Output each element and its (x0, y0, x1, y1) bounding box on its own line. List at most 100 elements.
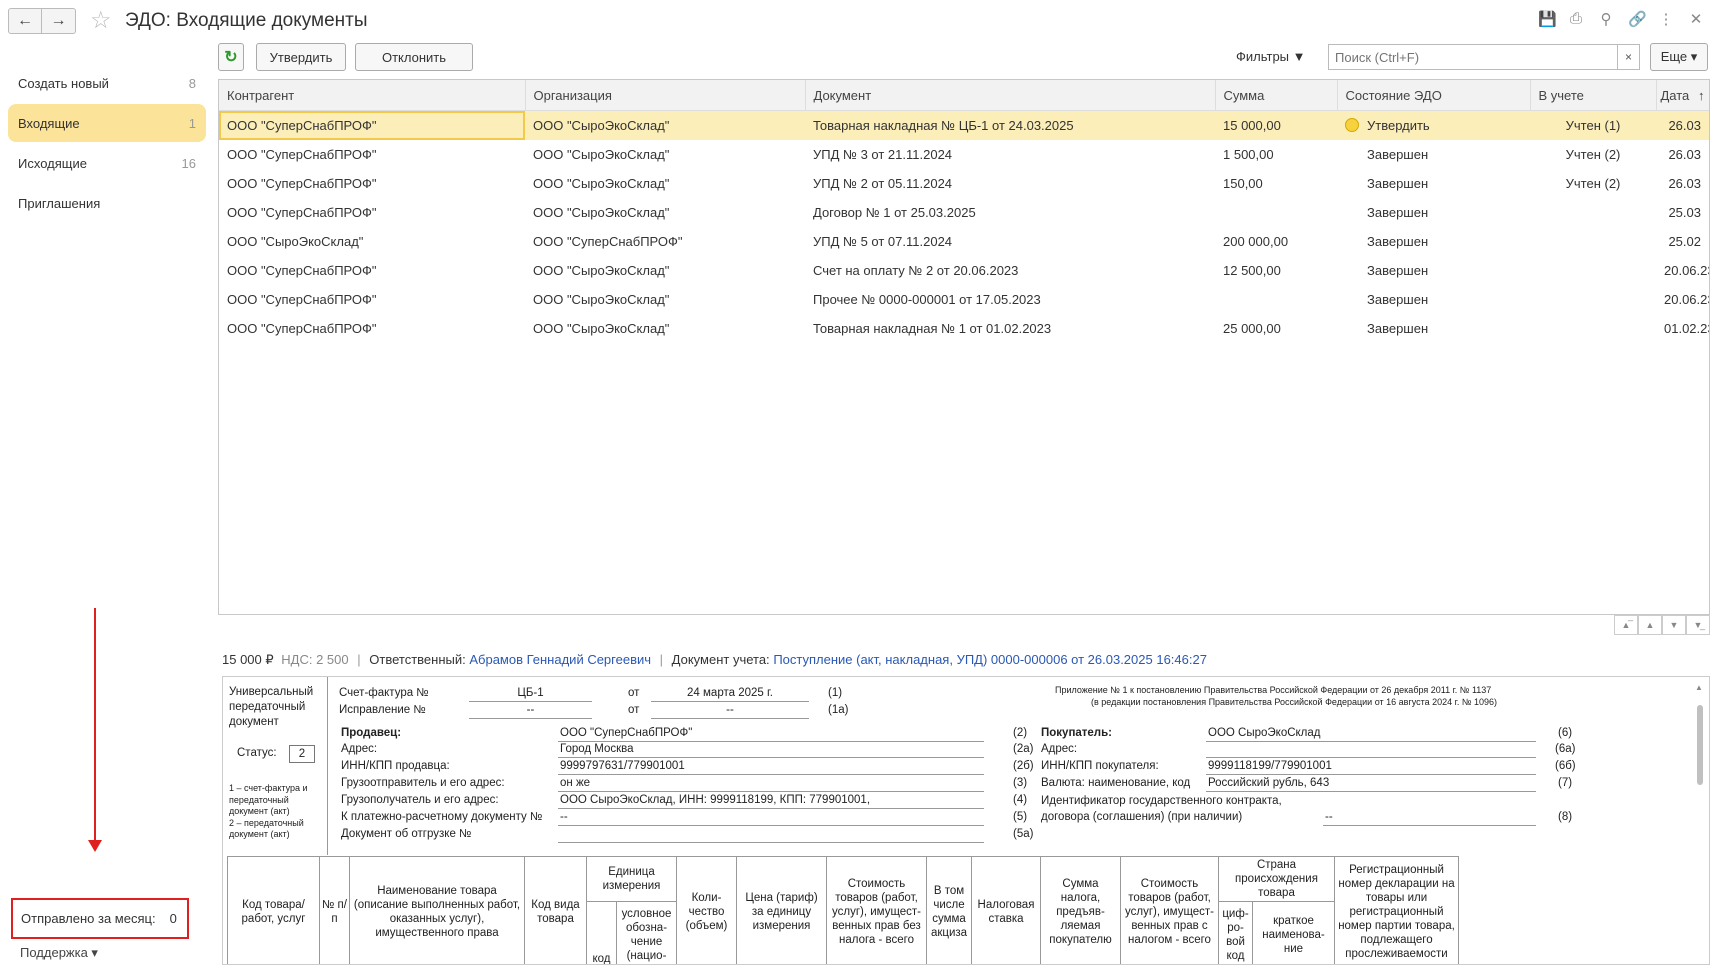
column-header-document[interactable]: Документ (805, 80, 1216, 111)
save-icon[interactable]: 💾 (1538, 10, 1557, 28)
cell-counterparty: ООО "СуперСнабПРОФ" (227, 263, 377, 278)
scrollbar-thumb[interactable] (1697, 705, 1703, 785)
approve-button[interactable]: Утвердить (256, 43, 346, 71)
search-input[interactable] (1328, 44, 1618, 70)
cell-accounting (1530, 285, 1656, 314)
column-header-edo-state[interactable]: Состояние ЭДО (1337, 80, 1531, 111)
currency-value: Российский рубль, 643 (1208, 777, 1330, 789)
arrow-right-icon: → (50, 12, 67, 29)
cell-edo-state: Утвердить (1337, 110, 1530, 140)
table-row[interactable]: ООО "СуперСнабПРОФ" ООО "СыроЭкоСклад" У… (219, 140, 1709, 169)
sidebar-item-outgoing[interactable]: Исходящие 16 (8, 144, 206, 182)
close-icon[interactable]: ✕ (1688, 10, 1704, 28)
code-1: (1) (828, 687, 843, 699)
contract-label-1: Идентификатор государственного контракта… (1041, 795, 1282, 807)
back-button[interactable]: ← (8, 8, 42, 34)
upd-doc-type-line: документ (229, 716, 279, 728)
invoice-number: ЦБ-1 (517, 687, 544, 699)
cell-counterparty: ООО "СуперСнабПРОФ" (227, 321, 377, 336)
underline (558, 757, 984, 758)
responsible-link[interactable]: Абрамов Геннадий Сергеевич (469, 652, 651, 667)
forward-button[interactable]: → (42, 8, 76, 34)
more-button[interactable]: Еще ▾ (1650, 43, 1708, 71)
fix-date: -- (726, 704, 734, 716)
sidebar-item-incoming[interactable]: Входящие 1 (8, 104, 206, 142)
th-unit-code: код (586, 901, 617, 964)
cell-counterparty: ООО "СуперСнабПРОФ" (219, 110, 525, 140)
reject-button[interactable]: Отклонить (355, 43, 473, 71)
th-cost-no-tax: Стоимость товаров (работ, услуг), имущес… (826, 856, 927, 964)
cell-organization: ООО "СыроЭкоСклад" (533, 147, 670, 162)
underline (1206, 741, 1536, 742)
sidebar-item-count: 16 (181, 155, 196, 171)
scroll-up-icon[interactable]: ▲ (1695, 683, 1703, 692)
cell-organization: ООО "СыроЭкоСклад" (533, 205, 670, 220)
upd-preview: Универсальный передаточный документ Стат… (222, 676, 1710, 965)
seller-value: ООО "СуперСнабПРОФ" (560, 727, 693, 739)
scroll-up-icon[interactable]: ▲ (1638, 615, 1662, 635)
cell-date: 20.06.23 (1664, 263, 1709, 278)
sidebar-item-create[interactable]: Создать новый 8 (8, 64, 206, 102)
table-row[interactable]: ООО "СуперСнабПРОФ" ООО "СыроЭкоСклад" П… (219, 285, 1709, 314)
table-row[interactable]: ООО "СуперСнабПРОФ" ООО "СыроЭкоСклад" Т… (219, 110, 1709, 140)
account-document-link[interactable]: Поступление (акт, накладная, УПД) 0000-0… (773, 652, 1207, 667)
consignee-value: ООО СыроЭкоСклад, ИНН: 9999118199, КПП: … (560, 794, 871, 806)
cell-date: 26.03 (1668, 176, 1701, 191)
cell-document: Товарная накладная № 1 от 01.02.2023 (813, 321, 1052, 336)
status-note-line: 2 – передаточный (229, 817, 304, 828)
table-row[interactable]: ООО "СыроЭкоСклад" ООО "СуперСнабПРОФ" У… (219, 227, 1709, 256)
sidebar-item-invitations[interactable]: Приглашения (8, 184, 206, 222)
cell-date: 01.02.23 (1664, 321, 1709, 336)
column-header-organization[interactable]: Организация (525, 80, 806, 111)
cell-organization: ООО "СыроЭкоСклад" (533, 176, 670, 191)
sidebar-item-label: Исходящие (18, 155, 87, 171)
cell-counterparty: ООО "СуперСнабПРОФ" (227, 205, 377, 220)
preview-scrollbar[interactable]: ▲ (1695, 683, 1705, 963)
table-row[interactable]: ООО "СуперСнабПРОФ" ООО "СыроЭкоСклад" С… (219, 256, 1709, 285)
refresh-button[interactable]: ↻ (218, 43, 244, 71)
cell-counterparty: ООО "СуперСнабПРОФ" (227, 176, 377, 191)
column-header-counterparty[interactable]: Контрагент (219, 80, 526, 111)
print-icon[interactable]: ⎙ (1568, 10, 1584, 28)
underline (558, 808, 984, 809)
underline (1206, 791, 1536, 792)
buyer-value: ООО СыроЭкоСклад (1208, 727, 1321, 739)
fix-number: -- (526, 704, 535, 716)
scroll-down-icon[interactable]: ▼ (1662, 615, 1686, 635)
column-header-accounting[interactable]: В учете (1530, 80, 1657, 111)
link-icon[interactable]: 🔗 (1628, 10, 1647, 28)
cell-sum: 12 500,00 (1223, 263, 1281, 278)
table-row[interactable]: ООО "СуперСнабПРОФ" ООО "СыроЭкоСклад" Д… (219, 198, 1709, 227)
support-menu[interactable]: Поддержка ▾ (20, 945, 98, 961)
cell-edo-state: Завершен (1367, 176, 1429, 191)
more-vertical-icon[interactable]: ⋮ (1658, 10, 1674, 28)
cell-edo-state-label: Утвердить (1367, 118, 1430, 133)
preview-icon[interactable]: ⚲ (1598, 10, 1614, 28)
filters-button[interactable]: Фильтры ▼ (1236, 49, 1306, 64)
buyer-address-label: Адрес: (1041, 743, 1078, 755)
sent-label: Отправлено за месяц: (21, 911, 156, 926)
sent-per-month-counter: Отправлено за месяц: 0 (11, 898, 189, 939)
table-row[interactable]: ООО "СуперСнабПРОФ" ООО "СыроЭкоСклад" Т… (219, 314, 1709, 343)
consignee-label: Грузополучатель и его адрес: (341, 794, 499, 806)
cell-accounting: Учтен (2) (1565, 147, 1621, 162)
th-qty: Коли- чество (объем) (676, 856, 737, 964)
column-header-date[interactable]: Дата ↑ (1656, 80, 1709, 111)
sidebar: Создать новый 8 Входящие 1 Исходящие 16 … (0, 44, 214, 965)
cell-document: Счет на оплату № 2 от 20.06.2023 (813, 263, 1019, 278)
favorite-star-icon[interactable]: ☆ (90, 6, 112, 35)
seller-address-value: Город Москва (560, 743, 634, 755)
table-row[interactable]: ООО "СуперСнабПРОФ" ООО "СыроЭкоСклад" У… (219, 169, 1709, 198)
seller-inn-value: 9999797631/779901001 (560, 760, 685, 772)
upd-status-value: 2 (289, 745, 315, 763)
table-footer: ▲̅ ▲ ▼ ▼̲ (218, 615, 1710, 639)
contract-code: (8) (1558, 811, 1573, 823)
search-clear-button[interactable]: × (1618, 44, 1640, 70)
fix-from-label: от (628, 704, 640, 716)
cell-document: Товарная накладная № ЦБ-1 от 24.03.2025 (805, 110, 1215, 140)
contract-value: -- (1325, 811, 1333, 823)
scroll-top-icon[interactable]: ▲̅ (1614, 615, 1638, 635)
scroll-bottom-icon[interactable]: ▼̲ (1686, 615, 1710, 635)
invoice-label: Счет-фактура № (339, 687, 429, 699)
column-header-sum[interactable]: Сумма (1215, 80, 1338, 111)
